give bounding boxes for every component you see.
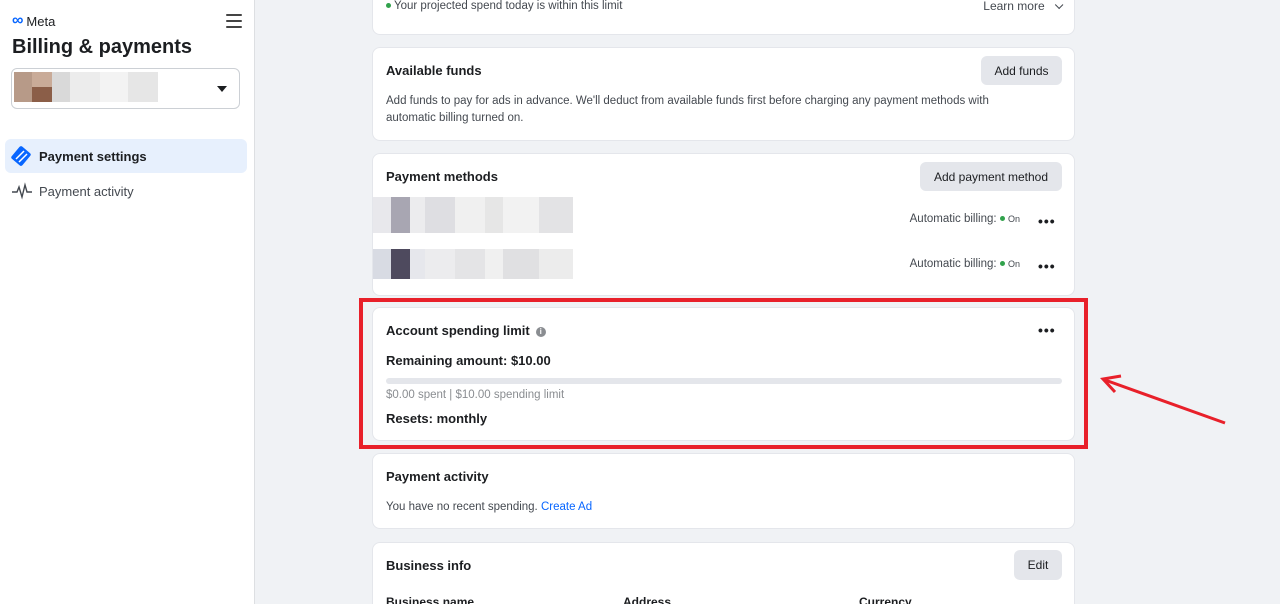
more-options-icon[interactable]: ••• (1038, 259, 1056, 273)
payment-card-icon (11, 146, 35, 166)
red-arrow-annotation (1100, 374, 1226, 425)
status-on-dot (999, 216, 1005, 222)
payment-activity-card: Payment activity You have no recent spen… (372, 453, 1075, 529)
payment-methods-title: Payment methods (386, 169, 498, 184)
status-dot (386, 3, 391, 9)
payment-activity-title: Payment activity (386, 469, 489, 484)
automatic-billing-status: Automatic billing: On (910, 258, 1020, 270)
add-payment-method-button[interactable]: Add payment method (920, 162, 1062, 191)
available-funds-description: Add funds to pay for ads in advance. We'… (386, 95, 989, 124)
meta-logo[interactable]: ∞ Meta (12, 12, 56, 29)
page-title: Billing & payments (12, 36, 193, 58)
available-funds-card: Available funds Add funds Add funds to p… (372, 47, 1075, 141)
status-on-text: On (1007, 214, 1020, 224)
meta-brand-text: Meta (26, 13, 56, 29)
payment-method-redacted (373, 197, 573, 233)
payment-method-redacted (373, 249, 573, 279)
sidebar: ∞ Meta Billing & payments Payment settin… (0, 0, 255, 604)
more-options-icon[interactable]: ••• (1038, 214, 1056, 228)
status-on-dot (999, 261, 1005, 267)
business-info-card: Business info Edit Business name Address… (372, 542, 1075, 604)
chevron-down-icon (217, 86, 227, 92)
edit-button[interactable]: Edit (1014, 550, 1062, 580)
account-selector[interactable] (11, 68, 240, 109)
spend-notice-text: Your projected spend today is within thi… (394, 0, 623, 12)
sidebar-item-label: Payment activity (39, 183, 134, 199)
learn-more-link[interactable]: Learn more (983, 0, 1064, 13)
menu-icon[interactable] (226, 14, 242, 28)
sidebar-item-label: Payment settings (39, 148, 147, 164)
meta-infinity-icon: ∞ (12, 12, 24, 29)
highlight-annotation-box (359, 298, 1088, 449)
payment-activity-message: You have no recent spending. Create Ad (386, 499, 592, 516)
create-ad-link[interactable]: Create Ad (541, 501, 592, 513)
available-funds-title: Available funds (386, 63, 482, 78)
payment-methods-card: Payment methods Add payment method Autom… (372, 153, 1075, 296)
column-header-business-name: Business name (386, 595, 475, 604)
sidebar-item-payment-settings[interactable]: Payment settings (5, 139, 247, 173)
sidebar-item-payment-activity[interactable]: Payment activity (5, 174, 247, 208)
activity-pulse-icon (11, 181, 35, 201)
spend-notice: Your projected spend today is within thi… (386, 0, 622, 12)
add-funds-button[interactable]: Add funds (981, 56, 1062, 85)
logo-row: ∞ Meta (12, 12, 242, 30)
learn-more-text: Learn more (983, 0, 1045, 13)
automatic-billing-status: Automatic billing: On (910, 213, 1020, 225)
column-header-address: Address (623, 595, 672, 604)
column-header-currency: Currency (859, 595, 912, 604)
status-on-text: On (1007, 259, 1020, 269)
automatic-billing-label: Automatic billing: (909, 258, 997, 270)
spend-notice-card: Your projected spend today is within thi… (372, 0, 1075, 35)
no-spending-text: You have no recent spending. (386, 501, 538, 513)
chevron-down-icon (1054, 0, 1064, 10)
automatic-billing-label: Automatic billing: (909, 213, 997, 225)
business-info-title: Business info (386, 558, 472, 573)
account-avatar-redacted (14, 72, 158, 102)
